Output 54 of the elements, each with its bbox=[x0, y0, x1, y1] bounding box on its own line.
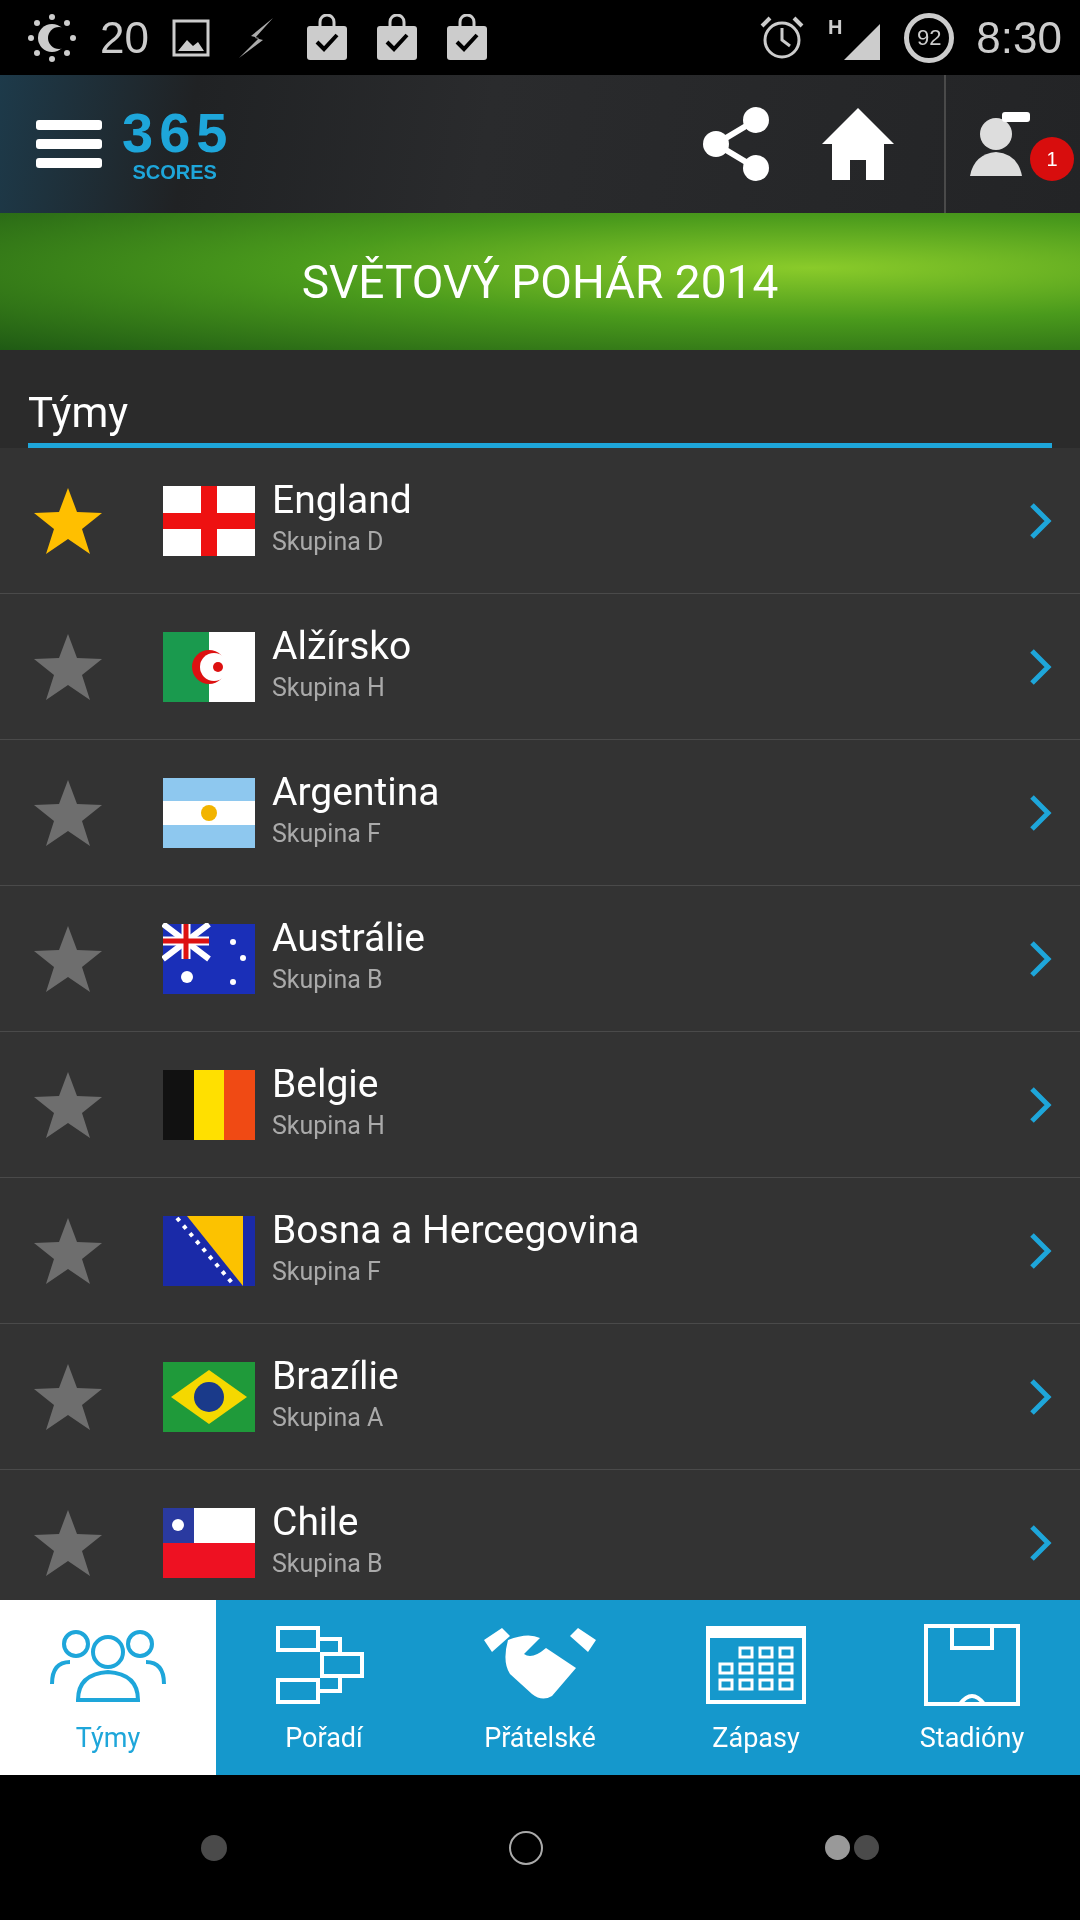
menu-icon[interactable] bbox=[36, 118, 102, 170]
flag-icon bbox=[162, 1068, 256, 1141]
team-name: Bosna a Hercegovina bbox=[272, 1207, 641, 1253]
flag-icon bbox=[162, 484, 256, 557]
app-logo: 365 SCORES bbox=[122, 104, 228, 184]
team-row[interactable]: Austrálie Skupina B bbox=[0, 886, 1080, 1032]
flag-icon bbox=[162, 630, 256, 703]
team-row[interactable]: Argentina Skupina F bbox=[0, 740, 1080, 886]
team-name: England bbox=[272, 477, 413, 523]
team-group: Skupina H bbox=[272, 1111, 1028, 1140]
flag-icon bbox=[162, 1506, 256, 1579]
team-name: Brazílie bbox=[272, 1353, 400, 1399]
home-icon[interactable] bbox=[822, 106, 894, 182]
chevron-right-icon bbox=[1028, 1084, 1054, 1125]
flag-icon bbox=[162, 1214, 256, 1287]
team-row[interactable]: Alžírsko Skupina H bbox=[0, 594, 1080, 740]
flag-icon bbox=[162, 776, 256, 849]
team-group: Skupina A bbox=[272, 1403, 1028, 1432]
notification-badge: 1 bbox=[1030, 137, 1074, 181]
team-name: Belgie bbox=[272, 1061, 380, 1107]
chevron-right-icon bbox=[1028, 1230, 1054, 1271]
chevron-right-icon bbox=[1028, 792, 1054, 833]
home-button[interactable] bbox=[509, 1830, 543, 1865]
chevron-right-icon bbox=[1028, 1522, 1054, 1563]
team-group: Skupina D bbox=[272, 527, 1028, 556]
network-type: H bbox=[827, 15, 843, 39]
team-group: Skupina B bbox=[272, 965, 1028, 994]
team-name: Austrálie bbox=[272, 915, 426, 961]
team-name: Argentina bbox=[272, 769, 441, 815]
chevron-right-icon bbox=[1028, 646, 1054, 687]
flag-icon bbox=[162, 922, 256, 995]
team-row[interactable]: Brazílie Skupina A bbox=[0, 1324, 1080, 1470]
team-group: Skupina B bbox=[272, 1549, 1028, 1578]
team-name: Alžírsko bbox=[272, 623, 413, 669]
chevron-right-icon bbox=[1028, 500, 1054, 541]
banner-title: SVĚTOVÝ POHÁR 2014 bbox=[301, 254, 779, 309]
chevron-right-icon bbox=[1028, 1376, 1054, 1417]
clock: 8:30 bbox=[976, 12, 1062, 63]
chevron-right-icon bbox=[1028, 938, 1054, 979]
team-row[interactable]: England Skupina D bbox=[0, 448, 1080, 594]
battery-indicator: 92 bbox=[904, 12, 955, 63]
team-group: Skupina H bbox=[272, 673, 1028, 702]
image-icon bbox=[170, 17, 211, 58]
brightness-level: 20 bbox=[100, 12, 149, 63]
back-button[interactable] bbox=[201, 1834, 227, 1861]
brightness-icon bbox=[26, 11, 78, 64]
recents-button[interactable] bbox=[825, 1835, 879, 1860]
team-row[interactable]: Belgie Skupina H bbox=[0, 1032, 1080, 1178]
flag-icon bbox=[162, 1360, 256, 1433]
team-row[interactable]: Bosna a Hercegovina Skupina F bbox=[0, 1178, 1080, 1324]
team-name: Chile bbox=[272, 1499, 360, 1545]
share-icon[interactable] bbox=[700, 106, 772, 182]
team-group: Skupina F bbox=[272, 819, 1028, 848]
team-group: Skupina F bbox=[272, 1257, 1028, 1286]
